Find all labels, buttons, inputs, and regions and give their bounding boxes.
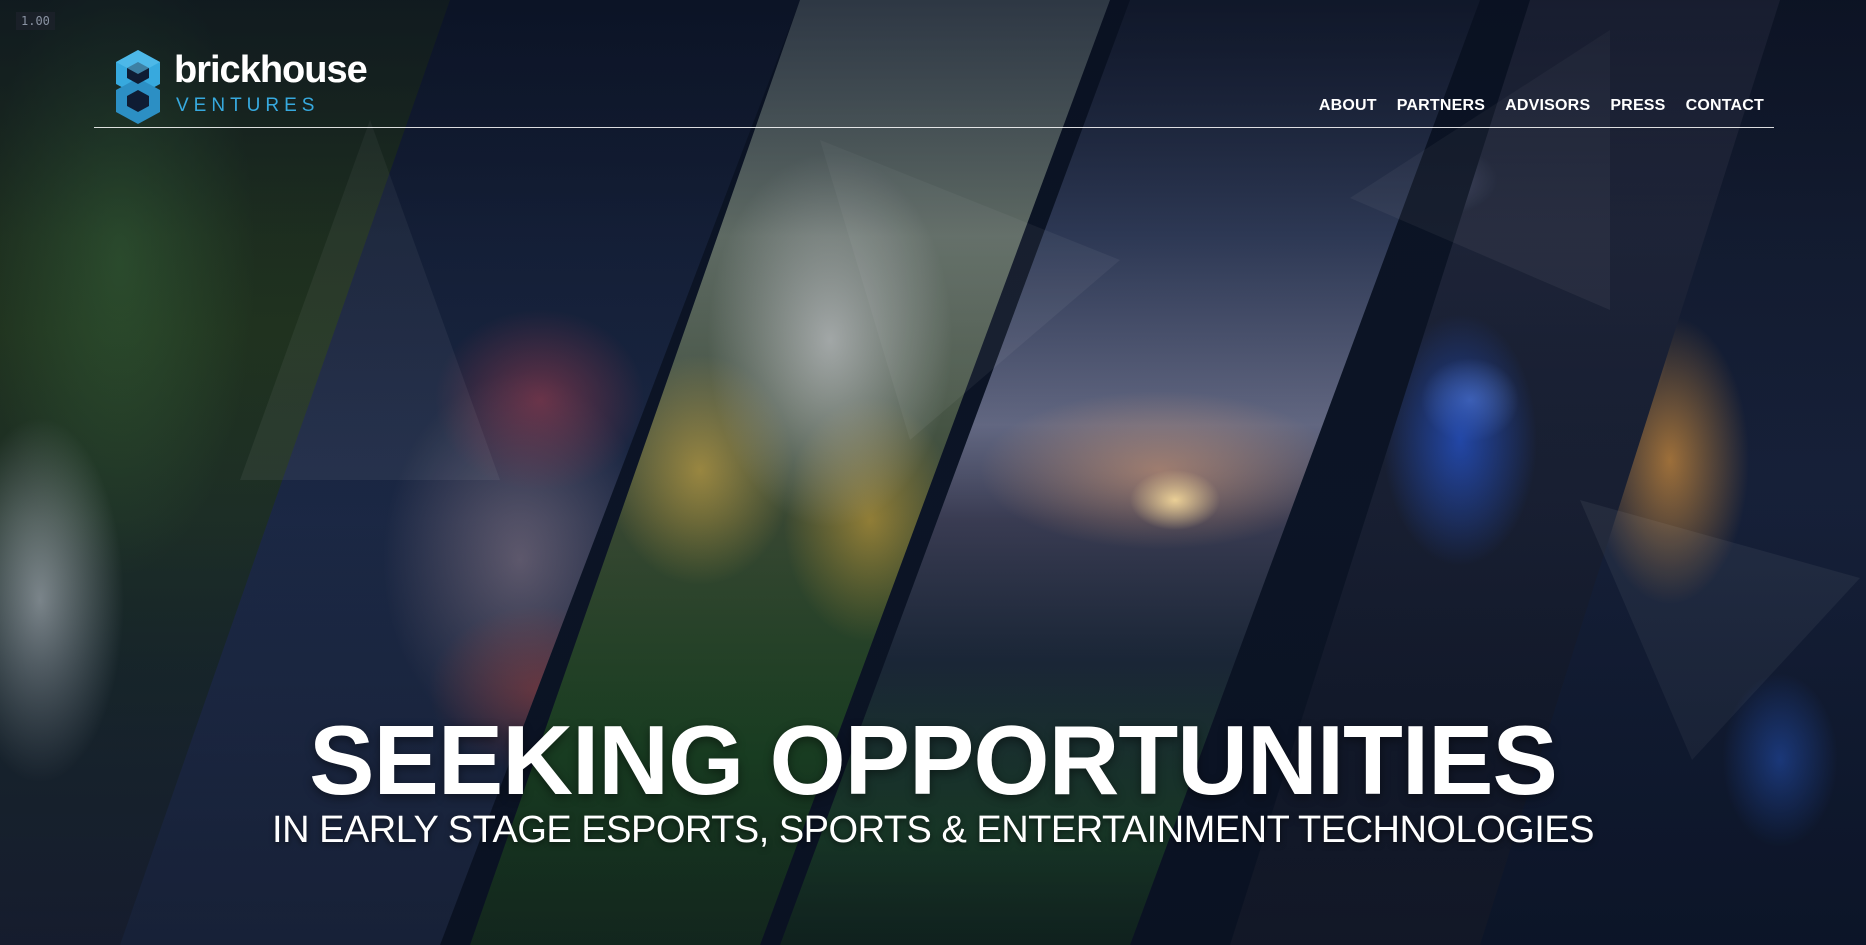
brickhouse-logo-icon	[116, 50, 160, 124]
main-nav: ABOUT PARTNERS ADVISORS PRESS CONTACT	[1319, 97, 1764, 115]
brand-logo[interactable]: brickhouse VENTURES	[114, 49, 368, 130]
brand-name: brickhouse	[174, 49, 368, 91]
nav-press-link[interactable]: PRESS	[1610, 97, 1665, 115]
nav-contact-link[interactable]: CONTACT	[1686, 97, 1764, 115]
hero-headline: SEEKING OPPORTUNITIES	[309, 705, 1558, 815]
nav-about-link[interactable]: ABOUT	[1319, 97, 1377, 115]
brand-wordmark: brickhouse VENTURES	[174, 49, 368, 117]
nav-advisors-link[interactable]: ADVISORS	[1505, 97, 1590, 115]
site-header: brickhouse VENTURES ABOUT PARTNERS ADVIS…	[94, 40, 1774, 128]
hero-subheadline: IN EARLY STAGE ESPORTS, SPORTS & ENTERTA…	[272, 809, 1594, 851]
zoom-readout: 1.00	[16, 12, 55, 30]
nav-partners-link[interactable]: PARTNERS	[1397, 97, 1485, 115]
header-divider	[94, 127, 1774, 128]
brand-tagline: VENTURES	[176, 95, 320, 116]
